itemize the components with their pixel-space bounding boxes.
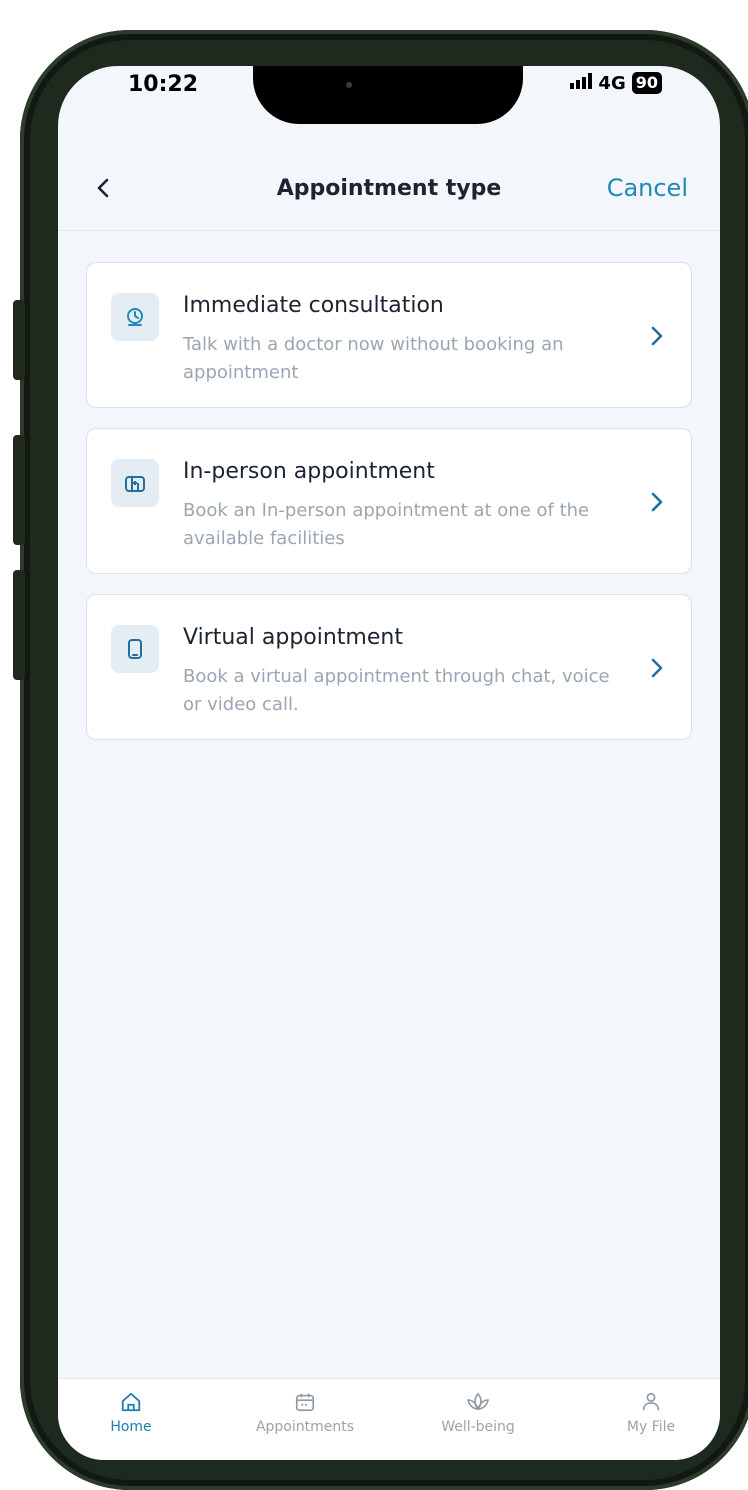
mobile-phone-icon <box>111 625 159 673</box>
option-title: Immediate consultation <box>183 293 444 318</box>
battery-icon: 90 <box>631 72 662 94</box>
option-description: Talk with a doctor now without booking a… <box>183 334 564 383</box>
person-icon <box>642 1392 660 1411</box>
option-description: Book an In-person appointment at one of … <box>183 500 590 549</box>
signal-icon <box>570 72 593 94</box>
tab-appointments[interactable]: Appointments <box>230 1391 380 1435</box>
notch <box>253 66 523 124</box>
app-screen: 10:22 4G 90 Appointment type Cancel Imme… <box>58 66 720 1460</box>
status-time: 10:22 <box>128 72 199 97</box>
home-icon <box>121 1392 141 1412</box>
chevron-right-icon <box>647 321 667 351</box>
volume-down-button <box>13 570 25 680</box>
option-in-person-appointment[interactable]: In-person appointment Book an In-person … <box>86 428 692 574</box>
tab-label: Home <box>110 1419 152 1435</box>
option-title: In-person appointment <box>183 459 435 484</box>
appointment-type-list: Immediate consultation Talk with a docto… <box>86 262 692 760</box>
page-header: Appointment type Cancel <box>58 146 720 231</box>
calendar-icon <box>295 1393 315 1412</box>
stethoscope-clock-icon <box>111 293 159 341</box>
building-icon <box>111 459 159 507</box>
tab-label: Well-being <box>441 1419 515 1435</box>
status-indicators: 4G 90 <box>570 72 662 94</box>
tab-label: Appointments <box>255 1419 355 1435</box>
network-type: 4G <box>598 72 626 94</box>
bottom-tab-bar: Home Appointments Well-being My File <box>58 1378 720 1460</box>
cancel-button[interactable]: Cancel <box>607 174 688 202</box>
mute-switch <box>13 300 25 380</box>
tab-label: My File <box>626 1419 676 1435</box>
tab-my-file[interactable]: My File <box>576 1391 720 1435</box>
tab-well-being[interactable]: Well-being <box>403 1391 553 1435</box>
option-title: Virtual appointment <box>183 625 403 650</box>
chevron-right-icon <box>647 487 667 517</box>
tab-home[interactable]: Home <box>58 1391 206 1435</box>
option-immediate-consultation[interactable]: Immediate consultation Talk with a docto… <box>86 262 692 408</box>
lotus-icon <box>467 1392 489 1411</box>
chevron-right-icon <box>647 653 667 683</box>
option-description: Book a virtual appointment through chat,… <box>183 666 610 715</box>
volume-up-button <box>13 435 25 545</box>
option-virtual-appointment[interactable]: Virtual appointment Book a virtual appoi… <box>86 594 692 740</box>
